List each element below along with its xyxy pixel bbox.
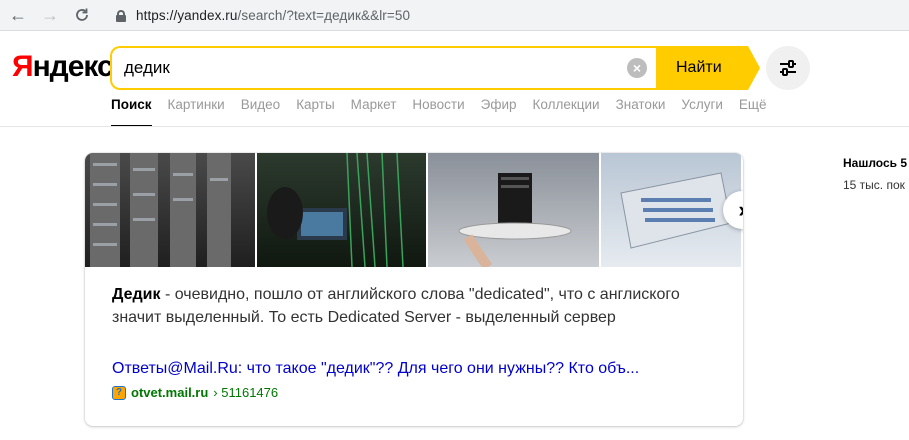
tab-video[interactable]: Видео bbox=[241, 97, 280, 127]
back-arrow-icon[interactable]: ← bbox=[6, 4, 30, 26]
search-button[interactable]: Найти bbox=[656, 46, 760, 90]
tab-efir[interactable]: Эфир bbox=[481, 97, 517, 127]
url-path: /search/?text=дедик&&lr=50 bbox=[237, 8, 411, 23]
logo-letter: Я bbox=[12, 50, 34, 83]
server-rack-image[interactable] bbox=[85, 153, 255, 267]
image-carousel bbox=[85, 153, 743, 267]
url-host: https://yandex.ru bbox=[136, 8, 238, 23]
lock-icon bbox=[116, 9, 126, 22]
tab-news[interactable]: Новости bbox=[412, 97, 464, 127]
result-card: › Дедик - очевидно, пошло от английского… bbox=[85, 153, 743, 426]
tab-services[interactable]: Услуги bbox=[681, 97, 723, 127]
search-input[interactable] bbox=[110, 46, 658, 90]
search-form: × Найти bbox=[110, 46, 760, 90]
sliders-icon bbox=[780, 60, 796, 76]
snippet-term: Дедик bbox=[112, 286, 161, 303]
server-tray-image[interactable] bbox=[427, 153, 599, 267]
logo-rest: ндекс bbox=[32, 50, 114, 83]
filters-settings-button[interactable] bbox=[766, 46, 810, 90]
reload-icon[interactable] bbox=[70, 4, 94, 26]
forward-arrow-icon[interactable]: → bbox=[38, 4, 62, 26]
snippet-text: - очевидно, пошло от английского слова "… bbox=[112, 286, 680, 326]
source-host-link[interactable]: otvet.mail.ru bbox=[131, 385, 208, 400]
datacenter-person-image[interactable] bbox=[256, 153, 426, 267]
source-path-link[interactable]: › 51161476 bbox=[213, 385, 278, 400]
tab-maps[interactable]: Карты bbox=[296, 97, 334, 127]
url-text: https://yandex.ru/search/?text=дедик&&lr… bbox=[136, 8, 410, 23]
address-bar[interactable]: https://yandex.ru/search/?text=дедик&&lr… bbox=[104, 3, 909, 28]
results-shows-count: 15 тыс. пок bbox=[843, 178, 905, 192]
yandex-logo[interactable]: Яндекс bbox=[12, 50, 114, 84]
server-rack-illustration-image[interactable] bbox=[600, 153, 741, 267]
tab-images[interactable]: Картинки bbox=[168, 97, 225, 127]
search-tabs: Поиск Картинки Видео Карты Маркет Новост… bbox=[111, 97, 783, 127]
result-title-link[interactable]: Ответы@Mail.Ru: что такое "дедик"?? Для … bbox=[112, 360, 722, 378]
result-snippet: Дедик - очевидно, пошло от английского с… bbox=[112, 283, 722, 329]
tab-more[interactable]: Ещё bbox=[739, 97, 767, 127]
browser-toolbar: ← → https://yandex.ru/search/?text=дедик… bbox=[0, 0, 909, 31]
tab-znatoki[interactable]: Знатоки bbox=[616, 97, 666, 127]
tab-market[interactable]: Маркет bbox=[351, 97, 397, 127]
results-found-count: Нашлось 5 bbox=[843, 156, 908, 170]
tab-collections[interactable]: Коллекции bbox=[533, 97, 600, 127]
tab-search[interactable]: Поиск bbox=[111, 97, 152, 127]
clear-icon[interactable]: × bbox=[627, 58, 647, 78]
tabs-divider bbox=[0, 126, 909, 127]
result-source: ? otvet.mail.ru › 51161476 bbox=[112, 385, 278, 400]
mailru-answers-favicon-icon: ? bbox=[112, 385, 126, 400]
